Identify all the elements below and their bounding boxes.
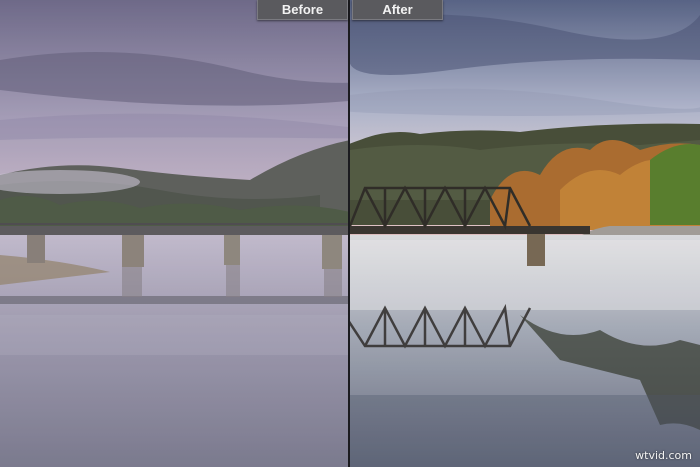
watermark: wtvid.com [635,449,692,462]
before-after-comparison: Before After wtvid.com [0,0,700,467]
before-label: Before [257,0,348,20]
comparison-divider[interactable] [348,0,350,467]
before-color-cast [0,0,349,467]
before-pane [0,0,349,467]
after-pane [350,0,700,467]
after-color-grade [350,0,700,467]
after-label: After [352,0,443,20]
